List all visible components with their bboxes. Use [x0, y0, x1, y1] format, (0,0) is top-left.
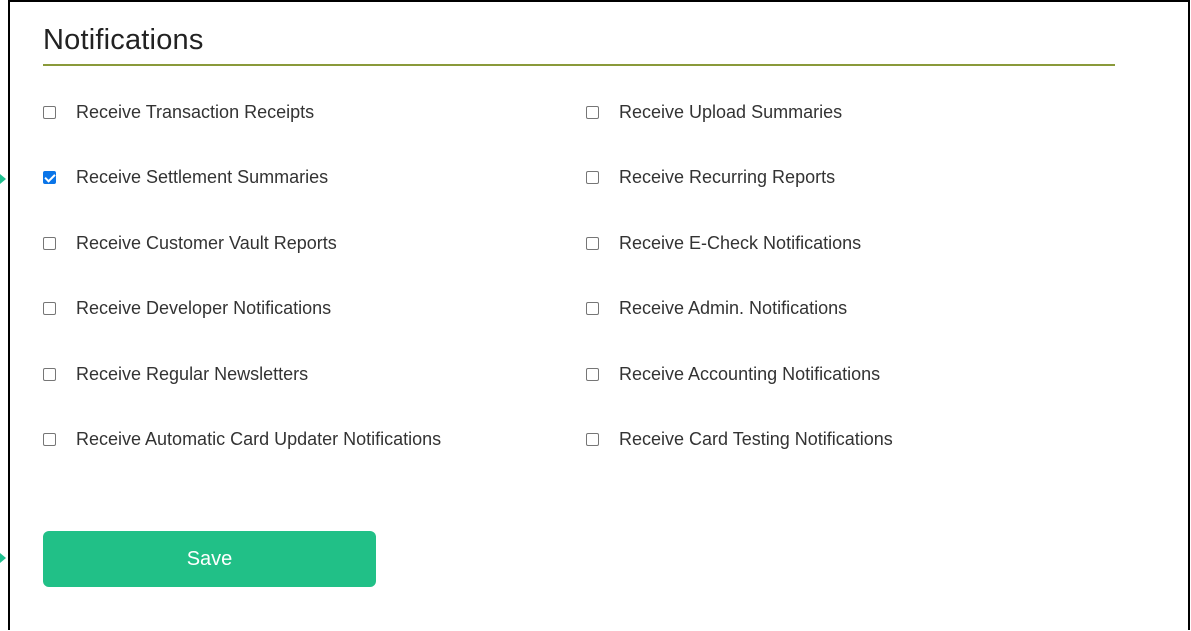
save-button[interactable]: Save: [43, 531, 376, 587]
title-divider: [43, 64, 1115, 66]
option-label: Receive Transaction Receipts: [76, 101, 315, 122]
option-label: Receive Developer Notifications: [76, 298, 332, 318]
option-label: Receive Card Testing Notifications: [619, 429, 893, 449]
option-recurring-reports[interactable]: Receive Recurring Reports: [586, 162, 1126, 194]
section-title: Notifications: [43, 24, 204, 56]
edge-marker-icon: [0, 553, 6, 563]
checkbox-admin-notifications[interactable]: [586, 302, 599, 315]
checkbox-card-testing-notifications[interactable]: [586, 433, 599, 446]
checkbox-accounting-notifications[interactable]: [586, 367, 599, 381]
option-label: Receive Automatic Card Updater Notificat…: [76, 429, 442, 449]
option-accounting-notifications[interactable]: Receive Accounting Notifications: [586, 358, 1126, 390]
option-transaction-receipts[interactable]: Receive Transaction Receipts: [43, 96, 586, 128]
option-echeck-notifications[interactable]: Receive E-Check Notifications: [586, 227, 1126, 259]
option-settlement-summaries[interactable]: Receive Settlement Summaries: [43, 162, 586, 194]
checkbox-developer-notifications[interactable]: [43, 302, 56, 315]
checkbox-card-updater-notifications[interactable]: [43, 433, 56, 446]
checkbox-customer-vault-reports[interactable]: [43, 236, 56, 250]
notification-options: Receive Transaction Receipts Receive Upl…: [43, 96, 1126, 489]
option-admin-notifications[interactable]: Receive Admin. Notifications: [586, 293, 1126, 325]
option-label: Receive Recurring Reports: [619, 167, 836, 187]
checkbox-upload-summaries[interactable]: [586, 105, 599, 119]
option-label: Receive Accounting Notifications: [619, 363, 881, 384]
checkbox-transaction-receipts[interactable]: [43, 105, 56, 119]
option-customer-vault-reports[interactable]: Receive Customer Vault Reports: [43, 227, 586, 259]
option-label: Receive Customer Vault Reports: [76, 232, 337, 253]
checkbox-recurring-reports[interactable]: [586, 171, 599, 184]
option-card-updater-notifications[interactable]: Receive Automatic Card Updater Notificat…: [43, 424, 586, 456]
option-developer-notifications[interactable]: Receive Developer Notifications: [43, 293, 586, 325]
checkbox-regular-newsletters[interactable]: [43, 367, 56, 381]
option-label: Receive E-Check Notifications: [619, 232, 862, 253]
option-label: Receive Regular Newsletters: [76, 363, 309, 384]
option-label: Receive Settlement Summaries: [76, 167, 329, 187]
option-regular-newsletters[interactable]: Receive Regular Newsletters: [43, 358, 586, 390]
checkbox-echeck-notifications[interactable]: [586, 236, 599, 250]
option-label: Receive Upload Summaries: [619, 101, 843, 122]
checkbox-settlement-summaries[interactable]: [43, 171, 56, 184]
edge-marker-icon: [0, 174, 6, 184]
option-upload-summaries[interactable]: Receive Upload Summaries: [586, 96, 1126, 128]
option-label: Receive Admin. Notifications: [619, 298, 848, 318]
option-card-testing-notifications[interactable]: Receive Card Testing Notifications: [586, 424, 1126, 456]
